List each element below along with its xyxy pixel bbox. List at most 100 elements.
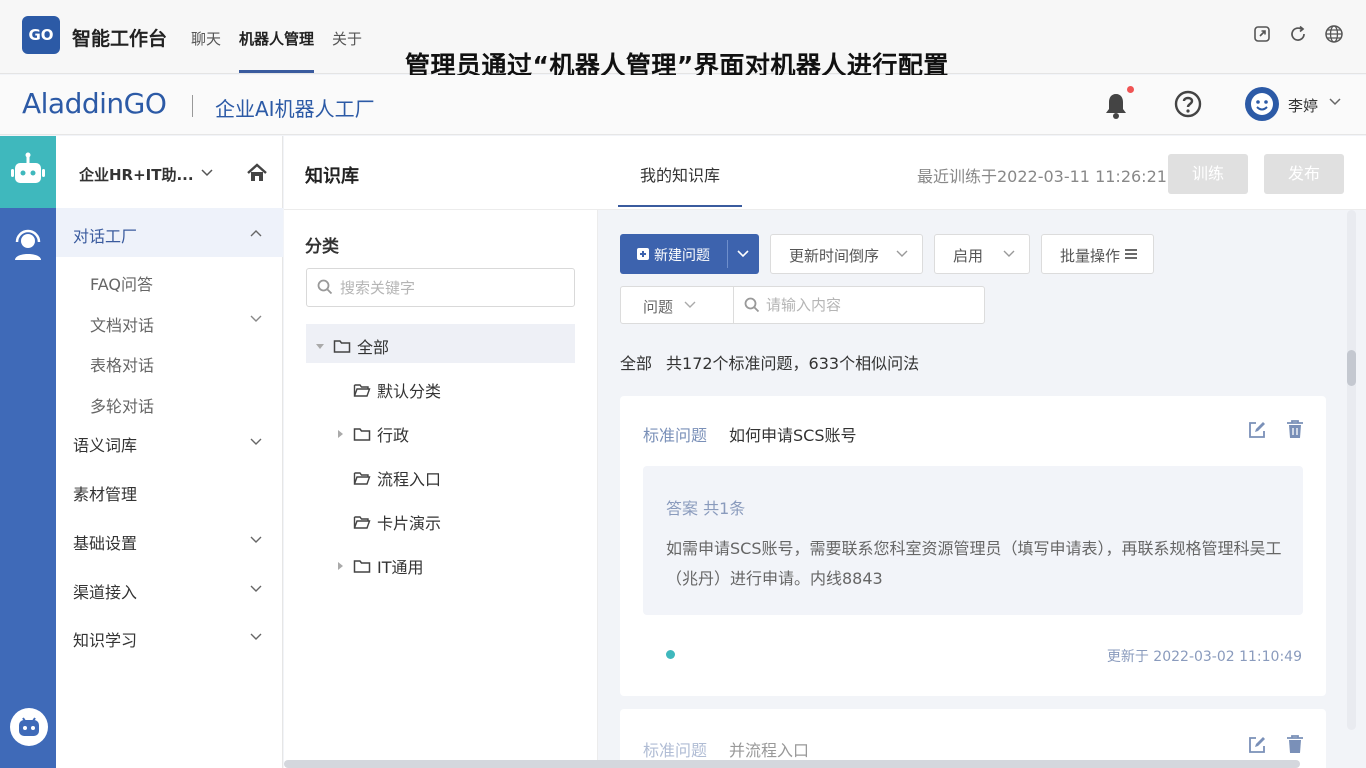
question-text[interactable]: 并流程入口 <box>729 737 809 761</box>
publish-button[interactable]: 发布 <box>1264 154 1344 194</box>
rail-item-bot[interactable] <box>0 136 56 208</box>
new-question-button[interactable]: 新建问题 <box>620 234 759 274</box>
nav-bot-management[interactable]: 机器人管理 <box>239 28 315 74</box>
tree-node-process[interactable]: 流程入口 <box>353 466 441 490</box>
chevron-down-icon[interactable] <box>249 437 263 447</box>
help-icon[interactable] <box>1174 90 1202 118</box>
folder-icon <box>353 560 371 573</box>
caret-right-icon <box>338 562 343 570</box>
menu-dialog-factory[interactable]: 对话工厂 <box>73 223 137 247</box>
edit-icon[interactable] <box>1247 420 1267 440</box>
folder-icon <box>353 428 371 441</box>
chevron-down-icon[interactable] <box>249 632 263 642</box>
caret-right-icon <box>338 430 343 438</box>
search-type-select[interactable]: 问题 <box>643 296 673 317</box>
avatar[interactable] <box>1245 87 1279 121</box>
chevron-down-icon <box>684 301 696 308</box>
bell-icon[interactable] <box>1103 91 1129 121</box>
top-nav: 聊天 机器人管理 关于 <box>191 28 380 74</box>
submenu-doc-dialog[interactable]: 文档对话 <box>90 312 154 336</box>
submenu-multi-turn[interactable]: 多轮对话 <box>90 393 154 417</box>
question-card[interactable]: 标准问题 如何申请SCS账号 答案 共1条 如需申请SCS账号，需要联系您科室资… <box>620 396 1326 696</box>
chevron-down-icon <box>1003 250 1015 257</box>
notification-dot <box>1127 86 1134 93</box>
category-panel: 分类 全部 默认分类 行政 流程入口 卡片演示 <box>284 210 598 768</box>
new-question-label: 新建问题 <box>654 248 710 264</box>
tree-node-it[interactable]: IT通用 <box>335 554 424 578</box>
batch-label: 批量操作 <box>1060 247 1121 265</box>
menu-learning[interactable]: 知识学习 <box>73 627 137 651</box>
tree-label: 流程入口 <box>377 470 442 489</box>
tab-indicator <box>618 205 742 207</box>
globe-icon[interactable] <box>1324 24 1344 44</box>
folder-open-icon <box>353 516 371 529</box>
nav-about[interactable]: 关于 <box>332 28 362 74</box>
list-summary: 全部 共172个标准问题，633个相似问法 <box>620 350 919 374</box>
folder-icon <box>333 340 351 353</box>
home-icon[interactable] <box>246 163 268 183</box>
batch-operations-button[interactable]: 批量操作 <box>1041 234 1154 274</box>
question-text[interactable]: 如何申请SCS账号 <box>729 422 857 446</box>
refresh-icon[interactable] <box>1288 24 1308 44</box>
nav-chat[interactable]: 聊天 <box>191 28 221 74</box>
button-split <box>727 240 728 268</box>
chevron-down-icon[interactable] <box>1328 97 1342 107</box>
search-divider <box>733 287 734 323</box>
status-indicator <box>666 650 675 659</box>
train-button[interactable]: 训练 <box>1168 154 1248 194</box>
nav-panel: 企业HR+IT助... 对话工厂 FAQ问答 文档对话 表格对话 多轮对话 语义… <box>56 136 283 768</box>
chevron-down-icon <box>896 250 908 257</box>
tree-label: 行政 <box>377 426 410 445</box>
question-search: 问题 <box>620 286 985 324</box>
tree-node-card[interactable]: 卡片演示 <box>353 510 441 534</box>
question-list-area: 新建问题 更新时间倒序 启用 批量操作 问题 全部共172个标准问题，633个相… <box>598 210 1366 768</box>
tree-node-admin[interactable]: 行政 <box>335 422 409 446</box>
search-icon <box>317 279 333 295</box>
tree-label: IT通用 <box>377 558 424 577</box>
tab-my-knowledge[interactable]: 我的知识库 <box>640 162 720 186</box>
vertical-scrollbar[interactable] <box>1347 210 1356 730</box>
edit-icon[interactable] <box>1247 735 1267 755</box>
chevron-up-icon[interactable] <box>249 228 263 238</box>
assistant-bot-icon[interactable] <box>10 708 48 746</box>
category-search <box>306 268 575 307</box>
category-search-input[interactable] <box>340 277 560 299</box>
scrollbar-thumb[interactable] <box>1347 350 1356 386</box>
main-area: 知识库 我的知识库 最近训练于2022-03-11 11:26:21 训练 发布… <box>284 136 1366 768</box>
question-search-input[interactable] <box>766 294 966 316</box>
chevron-down-icon[interactable] <box>249 584 263 594</box>
user-name[interactable]: 李婷 <box>1288 95 1318 116</box>
tree-node-all[interactable]: 全部 <box>315 334 389 358</box>
bot-selector[interactable]: 企业HR+IT助... <box>79 164 194 185</box>
chevron-down-icon <box>737 250 749 258</box>
sort-select[interactable]: 更新时间倒序 <box>770 234 923 274</box>
menu-basic-settings[interactable]: 基础设置 <box>73 530 137 554</box>
menu-channels[interactable]: 渠道接入 <box>73 579 137 603</box>
icon-rail <box>0 136 56 768</box>
external-link-icon[interactable] <box>1252 24 1272 44</box>
page-title: 知识库 <box>305 166 359 187</box>
menu-material[interactable]: 素材管理 <box>73 481 137 505</box>
submenu-faq[interactable]: FAQ问答 <box>90 271 153 295</box>
trash-icon[interactable] <box>1286 419 1304 439</box>
rail-item-agent[interactable] <box>0 220 56 270</box>
answer-box: 答案 共1条 如需申请SCS账号，需要联系您科室资源管理员（填写申请表），再联系… <box>643 466 1303 615</box>
menu-icon <box>1125 249 1137 259</box>
submenu-table-dialog[interactable]: 表格对话 <box>90 352 154 376</box>
menu-semantic-lexicon[interactable]: 语义词库 <box>73 432 137 456</box>
tree-node-default[interactable]: 默认分类 <box>353 378 441 402</box>
tree-label: 卡片演示 <box>377 514 442 533</box>
headset-icon <box>15 229 41 260</box>
plus-square-icon <box>637 248 649 260</box>
folder-open-icon <box>353 384 371 397</box>
product-header: AladdinGO 企业AI机器人工厂 李婷 <box>0 75 1366 135</box>
chevron-down-icon[interactable] <box>249 314 263 324</box>
category-title: 分类 <box>305 237 339 257</box>
tree-label: 默认分类 <box>377 382 442 401</box>
chevron-down-icon[interactable] <box>249 535 263 545</box>
folder-open-icon <box>353 472 371 485</box>
status-select[interactable]: 启用 <box>934 234 1030 274</box>
chevron-down-icon[interactable] <box>200 168 214 178</box>
horizontal-scrollbar[interactable] <box>284 760 1300 768</box>
trash-icon[interactable] <box>1286 734 1304 754</box>
